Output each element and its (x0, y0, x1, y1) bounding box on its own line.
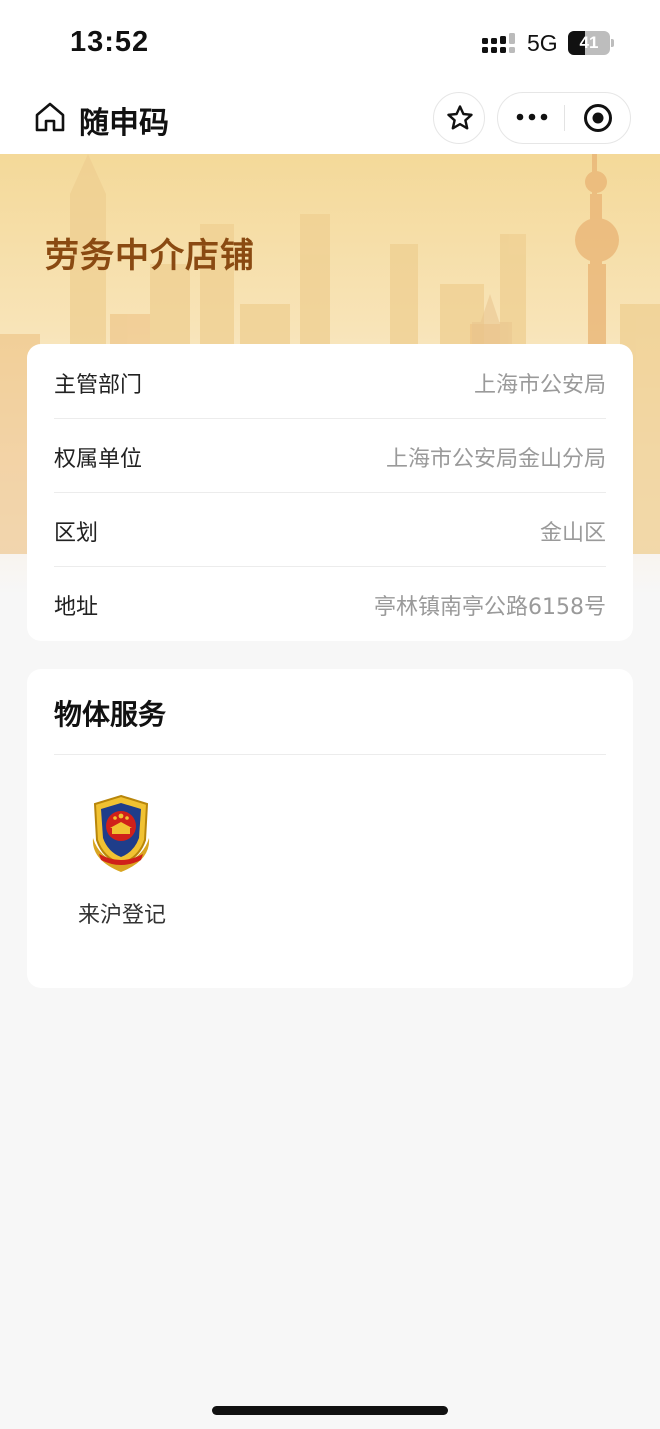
star-icon (447, 105, 473, 130)
page-title: 随申码 (79, 106, 169, 141)
info-label: 主管部门 (54, 373, 143, 398)
network-label: 5G (527, 30, 558, 56)
info-value: 上海市公安局 (473, 373, 606, 398)
battery-level: 41 (579, 33, 599, 52)
info-label: 区划 (54, 521, 99, 546)
close-button[interactable] (565, 93, 631, 143)
info-card: 主管部门 上海市公安局 权属单位 上海市公安局金山分局 区划 金山区 地址 亭林… (27, 344, 633, 641)
info-value: 金山区 (539, 521, 606, 546)
more-button[interactable] (498, 93, 564, 143)
info-value: 上海市公安局金山分局 (385, 447, 606, 472)
info-row-district: 区划 金山区 (54, 492, 606, 566)
mini-program-capsule (497, 92, 631, 144)
info-value: 亭林镇南亭公路6158号 (374, 595, 606, 620)
battery-icon: 41 (568, 31, 614, 55)
service-item-registration[interactable]: 来沪登记 (67, 789, 177, 929)
close-circle-icon (584, 104, 612, 132)
status-time: 13:52 (70, 26, 150, 58)
info-row-owner-unit: 权属单位 上海市公安局金山分局 (54, 418, 606, 492)
service-card: 物体服务 来沪登记 (27, 669, 633, 988)
signal-icon (482, 33, 515, 53)
info-label: 地址 (54, 595, 99, 620)
section-divider (54, 754, 606, 755)
more-icon (516, 113, 548, 121)
status-bar: 13:52 5G 41 (0, 0, 660, 88)
info-row-department: 主管部门 上海市公安局 (54, 344, 606, 418)
home-icon[interactable] (33, 100, 67, 134)
nav-bar: 随申码 (0, 88, 660, 154)
info-row-address: 地址 亭林镇南亭公路6158号 (54, 566, 606, 640)
banner-title: 劳务中介店铺 (45, 236, 255, 276)
info-label: 权属单位 (54, 447, 143, 472)
service-label: 来沪登记 (77, 903, 166, 928)
section-title: 物体服务 (54, 698, 167, 731)
favorite-button[interactable] (433, 92, 485, 144)
police-emblem-icon (92, 794, 150, 872)
home-indicator[interactable] (212, 1406, 448, 1415)
